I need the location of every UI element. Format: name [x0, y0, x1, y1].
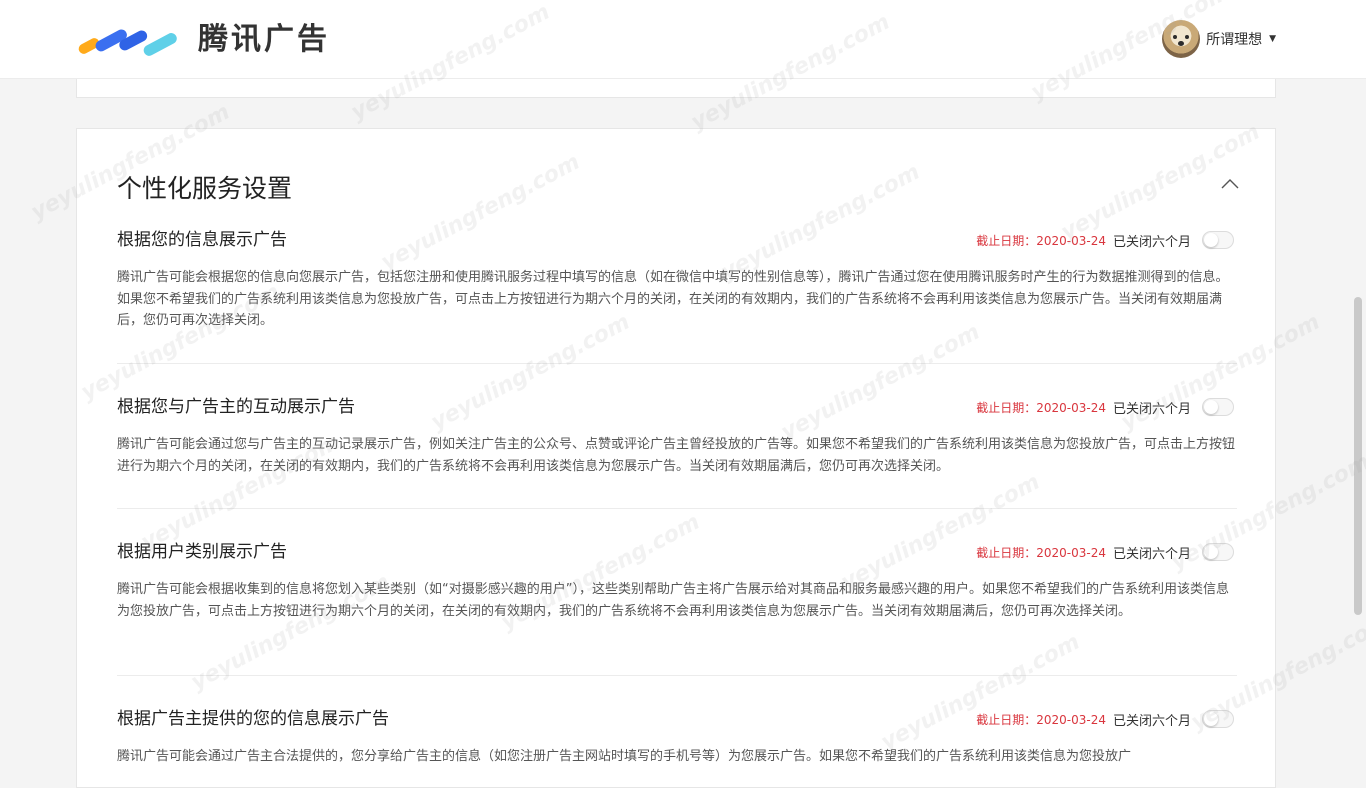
toggle-switch[interactable]	[1202, 231, 1234, 249]
item-description: 腾讯广告可能会通过广告主合法提供的，您分享给广告主的信息（如您注册广告主网站时填…	[117, 749, 1132, 764]
previous-panel-bottom	[76, 79, 1276, 98]
item-controls: 截止日期：2020-03-24 已关闭六个月	[976, 709, 1234, 729]
divider	[117, 675, 1237, 676]
toggle-knob	[1204, 400, 1218, 414]
logo-mark-icon	[78, 29, 177, 56]
deadline-text: 截止日期：2020-03-24	[976, 545, 1106, 560]
state-text: 已关闭六个月	[1112, 401, 1191, 417]
item-controls: 截止日期：2020-03-24 已关闭六个月	[976, 230, 1234, 250]
divider	[117, 508, 1237, 509]
item-title: 根据用户类别展示广告	[117, 542, 287, 562]
page-scrollbar[interactable]	[1354, 297, 1362, 615]
state-text: 已关闭六个月	[1112, 546, 1191, 562]
top-header: 腾讯广告 所谓理想 ▼	[0, 0, 1366, 79]
item-description: 腾讯广告可能会根据收集到的信息将您划入某些类别（如“对摄影感兴趣的用户”），这些…	[117, 582, 1229, 619]
divider	[117, 363, 1237, 364]
state-text: 已关闭六个月	[1112, 713, 1191, 729]
tencent-ads-logo[interactable]: 腾讯广告	[76, 22, 330, 58]
logo-text: 腾讯广告	[198, 22, 330, 57]
item-description: 腾讯广告可能会根据您的信息向您展示广告，包括您注册和使用腾讯服务过程中填写的信息…	[117, 270, 1229, 328]
card-title: 个性化服务设置	[117, 174, 293, 203]
state-text: 已关闭六个月	[1112, 234, 1191, 250]
toggle-switch[interactable]	[1202, 398, 1234, 416]
item-title: 根据您与广告主的互动展示广告	[117, 397, 355, 417]
toggle-switch[interactable]	[1202, 710, 1234, 728]
toggle-switch[interactable]	[1202, 543, 1234, 561]
toggle-knob	[1204, 545, 1218, 559]
user-name[interactable]: 所谓理想	[1206, 29, 1262, 49]
item-controls: 截止日期：2020-03-24 已关闭六个月	[976, 397, 1234, 417]
toggle-knob	[1204, 233, 1218, 247]
avatar[interactable]	[1162, 20, 1201, 58]
deadline-text: 截止日期：2020-03-24	[976, 233, 1106, 248]
item-controls: 截止日期：2020-03-24 已关闭六个月	[976, 542, 1234, 562]
item-title: 根据广告主提供的您的信息展示广告	[117, 709, 389, 729]
deadline-text: 截止日期：2020-03-24	[976, 400, 1106, 415]
deadline-text: 截止日期：2020-03-24	[976, 712, 1106, 727]
caret-down-icon[interactable]: ▼	[1269, 34, 1276, 44]
item-description: 腾讯广告可能会通过您与广告主的互动记录展示广告，例如关注广告主的公众号、点赞或评…	[117, 437, 1236, 474]
item-title: 根据您的信息展示广告	[117, 230, 287, 250]
toggle-knob	[1204, 712, 1218, 726]
chevron-up-icon[interactable]	[1220, 177, 1240, 189]
user-menu[interactable]: 所谓理想 ▼	[1162, 19, 1276, 59]
personalized-service-card: 个性化服务设置 根据您的信息展示广告 截止日期：2020-03-24 已关闭六个…	[76, 128, 1276, 788]
